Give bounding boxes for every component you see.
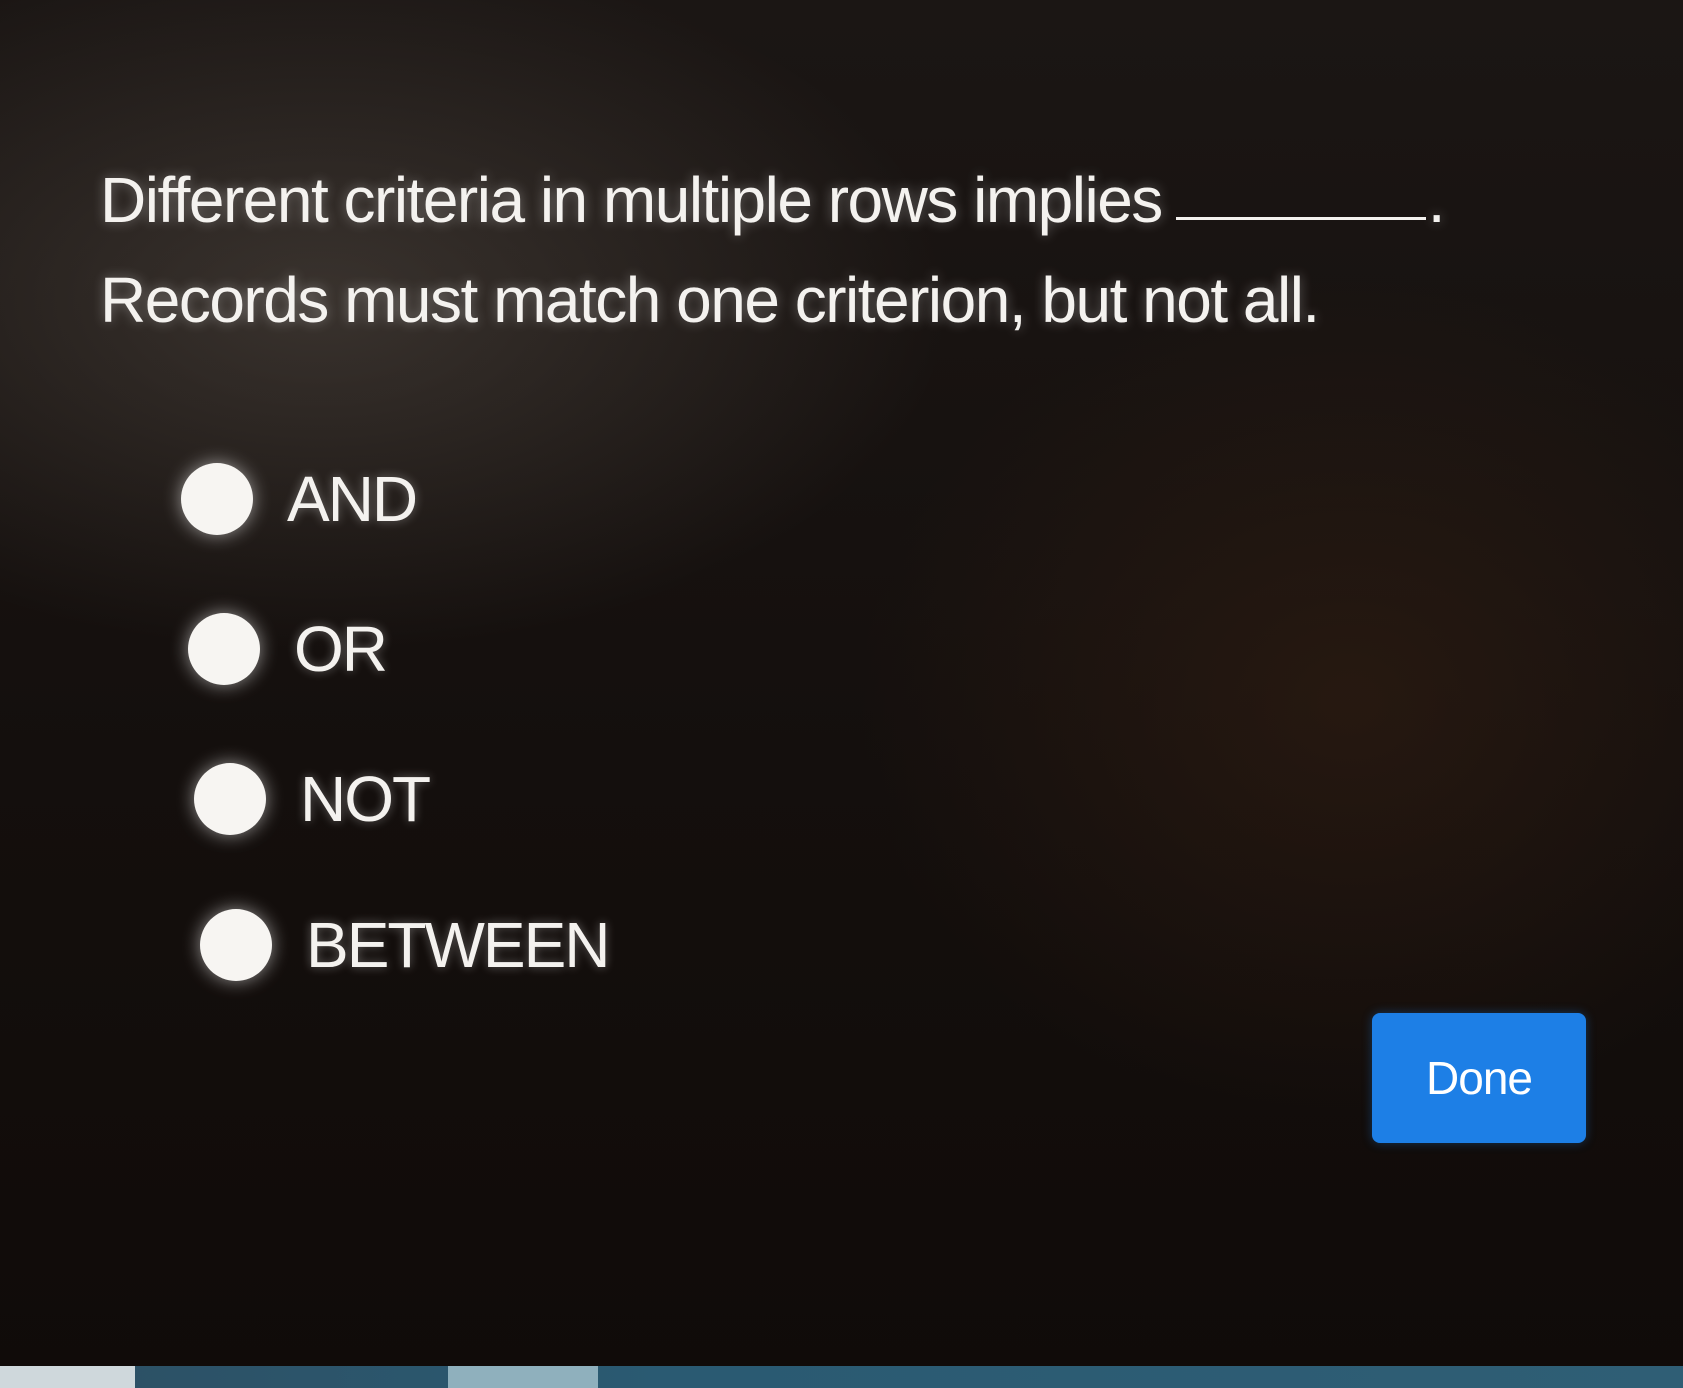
- option-label: OR: [294, 613, 388, 685]
- option-label: AND: [287, 463, 418, 535]
- option-or[interactable]: OR: [188, 612, 388, 686]
- radio-button-icon[interactable]: [194, 763, 266, 835]
- radio-button-icon[interactable]: [188, 613, 260, 685]
- question-period: .: [1427, 164, 1446, 236]
- done-button[interactable]: Done: [1372, 1013, 1586, 1143]
- taskbar-item[interactable]: [0, 1366, 135, 1388]
- answer-blank: [1175, 217, 1426, 220]
- option-between[interactable]: BETWEEN: [200, 908, 610, 982]
- option-not[interactable]: NOT: [194, 762, 431, 836]
- taskbar: [0, 1366, 1683, 1388]
- radio-button-icon[interactable]: [181, 463, 253, 535]
- question-line-2: Records must match one criterion, but no…: [100, 264, 1320, 336]
- radio-button-icon[interactable]: [200, 909, 272, 981]
- option-and[interactable]: AND: [181, 462, 418, 536]
- question-line-1-text: Different criteria in multiple rows impl…: [100, 164, 1163, 236]
- option-label: BETWEEN: [306, 909, 610, 981]
- option-label: NOT: [300, 763, 431, 835]
- question-line-1: Different criteria in multiple rows impl…: [100, 150, 1560, 250]
- taskbar-item[interactable]: [448, 1366, 598, 1388]
- question-text: Different criteria in multiple rows impl…: [100, 150, 1560, 350]
